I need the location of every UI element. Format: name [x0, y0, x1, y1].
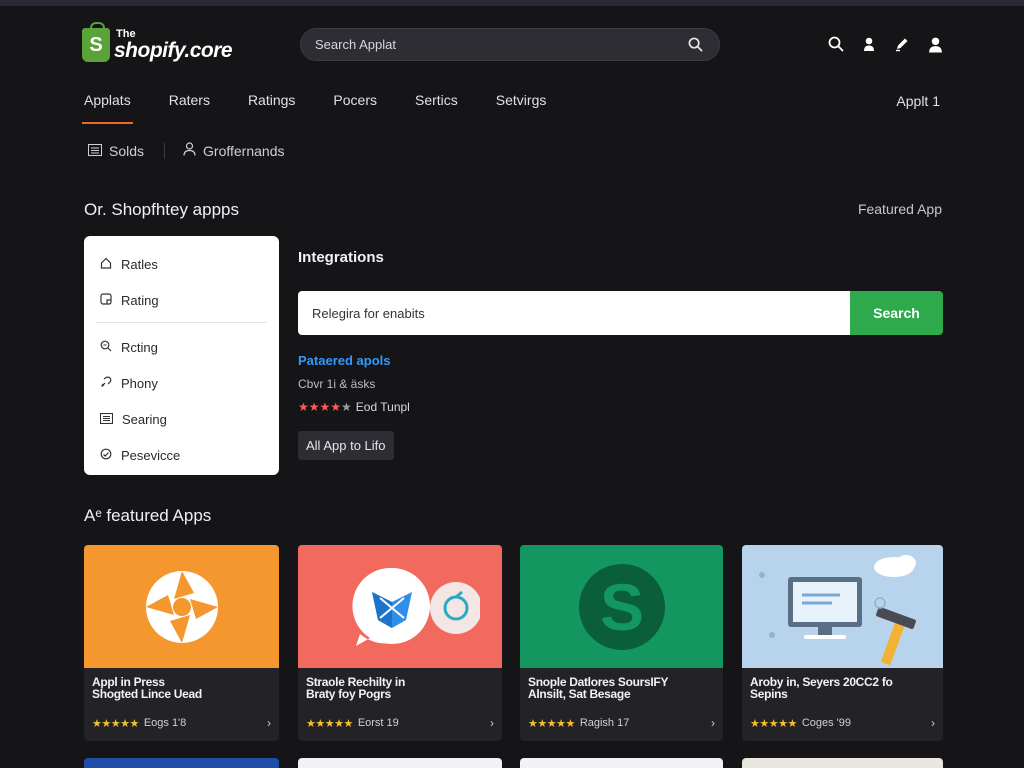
- app-name: Snople Datlores SoursIFY Alnsilt, Sat Be…: [528, 675, 669, 701]
- sidebar-item-searing[interactable]: Searing: [84, 401, 279, 437]
- app-card-partial[interactable]: [742, 758, 943, 768]
- app-name: Appl in Press Shogted Lince Uead: [92, 675, 202, 701]
- app-meta: Ragish 17: [579, 717, 630, 729]
- link-icon: [100, 376, 112, 391]
- app-thumbnail: [742, 545, 943, 668]
- app-thumbnail: S: [520, 545, 723, 668]
- star-rating-icon: ★★★★★: [306, 717, 353, 730]
- partnered-apps-rating: ★★★★★ Eod Tunpl: [298, 400, 410, 414]
- all-apps-button[interactable]: All App to Lifo: [298, 431, 394, 460]
- app-meta: Coges '99: [801, 717, 852, 729]
- app-card-partial[interactable]: [84, 758, 279, 768]
- chevron-right-icon[interactable]: ›: [490, 716, 494, 730]
- search-zoom-icon: [100, 340, 112, 355]
- home-icon: [100, 257, 112, 272]
- svg-text:S: S: [599, 570, 643, 644]
- search-icon[interactable]: [826, 34, 846, 54]
- chat-bubble-icon: [352, 567, 480, 646]
- star-rating-icon: ★★★★★: [750, 717, 797, 730]
- tab-applats[interactable]: Applats: [82, 92, 133, 124]
- sidebar-item-rcting[interactable]: Rcting: [84, 329, 279, 365]
- tab-ratings[interactable]: Ratings: [248, 92, 295, 116]
- settings-icon: [100, 448, 112, 463]
- partnered-apps-subtitle: Cbvr 1i & äsks: [298, 377, 376, 391]
- chevron-right-icon[interactable]: ›: [711, 716, 715, 730]
- app-name: Aroby in, Seyers 20CC2 fo Sepins: [750, 675, 893, 701]
- star-rating-icon: ★★★★★: [528, 717, 575, 730]
- sidebar-item-pesevicce[interactable]: Pesevicce: [84, 437, 279, 473]
- logo-letter: S: [89, 33, 103, 56]
- person-icon: [183, 142, 196, 159]
- sidebar-item-phony[interactable]: Phony: [84, 365, 279, 401]
- sidebar-item-label: Ratles: [121, 256, 158, 272]
- integrations-title: Integrations: [298, 249, 384, 266]
- chevron-right-icon[interactable]: ›: [267, 716, 271, 730]
- tab-pocers[interactable]: Pocers: [333, 92, 377, 116]
- subnav-label: Solds: [109, 142, 145, 159]
- shopify-s-icon: S: [578, 563, 665, 650]
- app-card-partial[interactable]: [298, 758, 502, 768]
- tab-setvirgs[interactable]: Setvirgs: [496, 92, 547, 116]
- integrations-search: Search: [298, 291, 943, 335]
- app-name: Straole Rechilty in Braty foy Pogrs: [306, 675, 405, 701]
- app-card[interactable]: Aroby in, Seyers 20CC2 fo Sepins ★★★★★ C…: [742, 545, 943, 741]
- shopping-bag-icon: S: [82, 22, 110, 62]
- app-meta: Eogs 1'8: [143, 717, 187, 729]
- subnav-item-groffernands[interactable]: Groffernands: [183, 142, 285, 159]
- user-icon[interactable]: [859, 34, 879, 54]
- star-rating-icon: ★★★★★: [92, 717, 139, 730]
- sidebar-item-ratles[interactable]: Ratles: [84, 246, 279, 282]
- sidebar-item-label: Pesevicce: [121, 447, 181, 463]
- app-meta: Eorst 19: [357, 717, 399, 729]
- header-actions: [826, 34, 945, 54]
- subnav-label: Groffernands: [203, 142, 285, 159]
- main-nav-tabs: Applats Raters Ratings Pocers Sertics Se…: [82, 92, 584, 124]
- global-search-bar[interactable]: [300, 28, 720, 61]
- partnered-apps-link[interactable]: Pataered apols: [298, 353, 391, 368]
- featured-apps-title: Aᵉ featured Apps: [84, 506, 212, 525]
- list-icon: [88, 143, 102, 159]
- sidebar-item-label: Rcting: [121, 339, 158, 355]
- star-rating-icon: ★★★★★: [298, 400, 352, 414]
- rating-text: Eod Tunpl: [355, 400, 410, 414]
- tab-sertics[interactable]: Sertics: [415, 92, 458, 116]
- sidebar-item-label: Phony: [121, 375, 158, 391]
- subnav-item-solds[interactable]: Solds: [88, 143, 144, 159]
- integrations-search-button[interactable]: Search: [850, 291, 943, 335]
- subnav-divider: [164, 142, 166, 159]
- sidebar-item-label: Searing: [122, 411, 167, 427]
- app-card[interactable]: S Snople Datlores SoursIFY Alnsilt, Sat …: [520, 545, 723, 741]
- logo-wordmark: shopify.core: [114, 39, 233, 62]
- tab-raters[interactable]: Raters: [169, 92, 210, 116]
- shopify-logo[interactable]: S The shopify.core: [82, 22, 233, 62]
- chevron-right-icon[interactable]: ›: [931, 716, 935, 730]
- app-card[interactable]: Appl in Press Shogted Lince Uead ★★★★★ E…: [84, 545, 279, 741]
- global-search-input[interactable]: [315, 37, 685, 52]
- window-top-bar: [0, 0, 1024, 6]
- nav-right-link[interactable]: Applt 1: [896, 93, 940, 109]
- section-title: Or. Shopfhtey appps: [84, 200, 239, 219]
- sidebar-item-rating[interactable]: Rating: [84, 282, 279, 318]
- pen-icon[interactable]: [892, 34, 912, 54]
- account-icon[interactable]: [925, 34, 945, 54]
- app-thumbnail: [84, 545, 279, 668]
- app-card[interactable]: Straole Rechilty in Braty foy Pogrs ★★★★…: [298, 545, 502, 741]
- filter-sidebar: Ratles Rating Rcting Phony Searing Pesev…: [84, 236, 279, 475]
- sidebar-item-label: Rating: [121, 292, 159, 308]
- app-card-partial[interactable]: [520, 758, 723, 768]
- featured-app-link[interactable]: Featured App: [858, 201, 942, 217]
- list-icon: [99, 412, 114, 427]
- aperture-icon: [145, 570, 218, 643]
- sidebar-divider: [96, 322, 267, 323]
- document-icon: [100, 292, 112, 308]
- integrations-search-input[interactable]: [298, 291, 850, 335]
- search-icon[interactable]: [685, 35, 705, 55]
- sub-navigation: Solds Groffernands: [88, 142, 285, 159]
- app-thumbnail: [298, 545, 502, 668]
- computer-tools-icon: [759, 555, 916, 665]
